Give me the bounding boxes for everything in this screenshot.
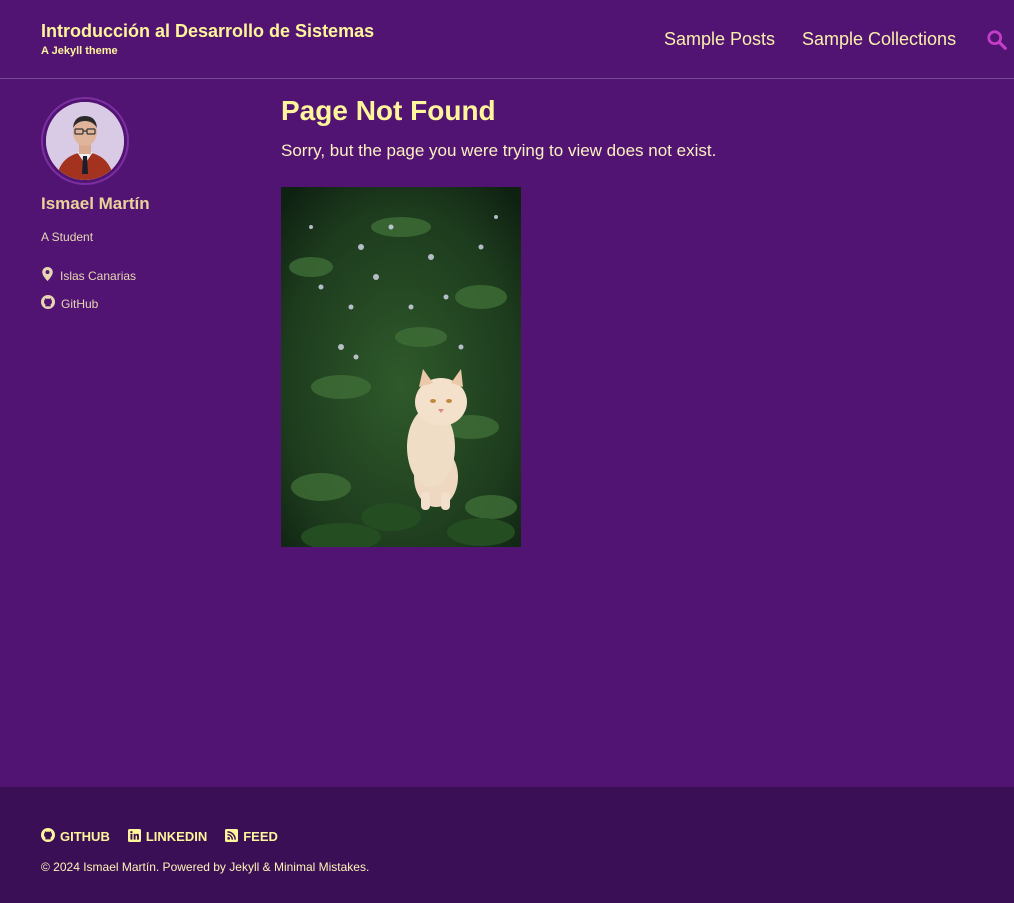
github-icon	[41, 295, 55, 312]
page-footer: GITHUB LINKEDIN FEED © 2024 Ismael Martí…	[0, 787, 1014, 903]
cat-in-grass-image	[281, 187, 521, 547]
rss-icon	[225, 828, 239, 845]
footer-feed-link[interactable]: FEED	[225, 828, 278, 845]
footer-github-link[interactable]: GITHUB	[41, 828, 110, 845]
author-location: Islas Canarias	[41, 267, 136, 284]
github-icon	[41, 828, 55, 845]
site-title[interactable]: Introducción al Desarrollo de Sistemas	[41, 21, 374, 42]
author-github-link[interactable]: GitHub	[41, 295, 98, 312]
page-lead: Sorry, but the page you were trying to v…	[281, 141, 717, 160]
search-icon[interactable]	[986, 29, 1010, 53]
copyright-period: .	[365, 860, 370, 874]
author-name: Ismael Martín	[41, 194, 150, 213]
copyright-amp: &	[259, 860, 274, 874]
author-bio: A Student	[41, 230, 94, 244]
linkedin-icon	[127, 828, 141, 845]
map-marker-icon	[41, 267, 54, 284]
nav-sample-posts[interactable]: Sample Posts	[664, 29, 775, 50]
avatar	[41, 97, 129, 185]
minimal-mistakes-link[interactable]: Minimal Mistakes	[274, 860, 366, 874]
page-title: Page Not Found	[281, 95, 496, 126]
masthead: Introducción al Desarrollo de Sistemas A…	[0, 0, 1014, 79]
jekyll-link[interactable]: Jekyll	[229, 860, 259, 874]
author-location-label: Islas Canarias	[60, 268, 137, 283]
site-subtitle: A Jekyll theme	[41, 45, 118, 57]
footer-feed-label: FEED	[243, 829, 278, 844]
copyright-prefix: © 2024 Ismael Martín. Powered by	[41, 860, 230, 874]
copyright: © 2024 Ismael Martín. Powered by Jekyll …	[41, 860, 369, 874]
author-github-label: GitHub	[61, 296, 99, 311]
nav-sample-collections[interactable]: Sample Collections	[802, 29, 956, 50]
footer-linkedin-link[interactable]: LINKEDIN	[127, 828, 208, 845]
footer-linkedin-label: LINKEDIN	[145, 829, 208, 844]
footer-github-label: GITHUB	[60, 829, 110, 844]
avatar-photo	[46, 102, 124, 180]
footer-links: GITHUB LINKEDIN FEED	[41, 828, 278, 845]
